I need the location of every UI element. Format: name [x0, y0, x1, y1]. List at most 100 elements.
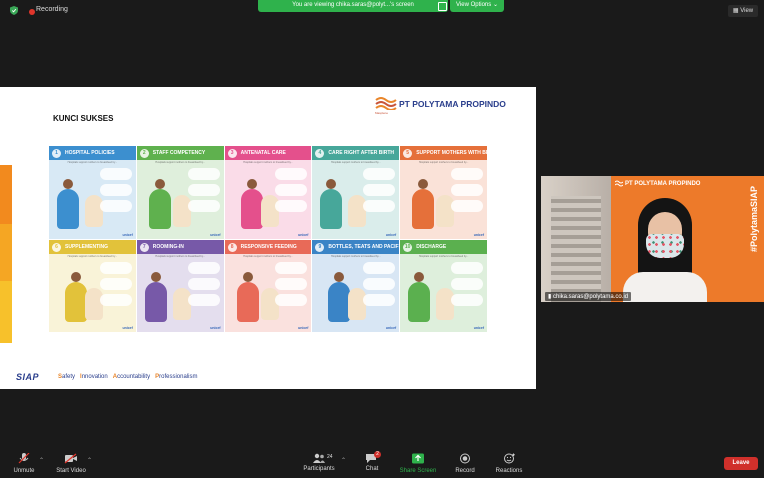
participants-options-caret-icon[interactable]: ⌃ — [341, 457, 346, 464]
poster-speech-bubble — [187, 261, 220, 274]
video-options-caret-icon[interactable]: ⌃ — [87, 457, 92, 464]
siap-value-rest: afety — [62, 374, 76, 380]
poster-speech-bubble — [363, 293, 396, 306]
poster-figure — [348, 194, 367, 227]
record-button[interactable]: Record — [450, 450, 480, 474]
poster-tile-title: STAFF COMPETENCY — [136, 146, 224, 160]
meeting-toolbar: Unmute ⌃ Start Video ⌃ 24 Participants ⌃… — [0, 450, 764, 478]
poster-speech-bubble — [363, 168, 396, 180]
poster-figure — [408, 282, 431, 322]
poster-speech-bubble — [99, 277, 132, 290]
poster-figure — [236, 282, 259, 322]
poster-speech-bubble — [99, 293, 132, 306]
poster-figure-head — [246, 178, 257, 189]
leave-button[interactable]: Leave — [724, 457, 758, 470]
poster-figure — [412, 188, 435, 229]
poster-speech-bubble — [451, 261, 483, 274]
mic-muted-icon: ▮ — [548, 294, 552, 300]
unicef-logo-text: unicef — [473, 326, 484, 330]
poster-tile: ANTENATAL CARE 3 Hospitals support mothers… — [224, 146, 312, 239]
mic-muted-icon — [18, 452, 30, 464]
poster-tile-subtitle: Hospitals support mothers to breastfeed … — [67, 254, 118, 258]
view-button[interactable]: ▦ View — [728, 5, 758, 17]
siap-value: Safety — [58, 374, 75, 380]
unicef-logo-text: unicef — [385, 232, 397, 237]
chat-button[interactable]: 2 Chat — [358, 450, 386, 472]
recording-dot-icon — [29, 9, 35, 15]
participants-button[interactable]: 24 Participants — [300, 450, 338, 472]
company-name: PT POLYTAMA PROPINDO — [399, 99, 506, 109]
poster-tile-number: 1 — [52, 149, 61, 158]
poster-tile-title: SUPPLEMENTING — [49, 239, 136, 254]
poster-speech-bubble — [187, 200, 220, 212]
smiley-plus-icon — [504, 453, 515, 464]
chevron-down-icon: ⌄ — [492, 2, 498, 8]
poster-speech-bubble — [99, 168, 132, 180]
participants-label: Participants — [303, 466, 335, 472]
poster-speech-bubble — [363, 261, 396, 274]
security-shield-icon[interactable] — [10, 6, 18, 15]
start-video-button[interactable]: Start Video — [52, 450, 90, 474]
poster-speech-bubble — [363, 277, 396, 290]
poster-speech-bubble — [187, 168, 220, 180]
participant-mask — [646, 234, 684, 258]
chat-unread-badge: 2 — [374, 451, 381, 458]
poster-speech-bubble — [275, 261, 308, 274]
poster-tile-subtitle: Hospitals support mothers to breastfeed … — [155, 254, 205, 258]
poster-figure — [320, 188, 343, 229]
poster-tile-title: BOTTLES, TEATS AND PACIFIERS — [312, 239, 400, 254]
poster-tile-subtitle: Hospitals support mothers to breastfeed … — [243, 161, 293, 164]
poster-speech-bubble — [99, 184, 132, 196]
poster-tile-subtitle: Hospitals support mothers to breastfeed … — [331, 254, 381, 258]
poster-tile-title: RESPONSIVE FEEDING — [224, 239, 312, 254]
poster-tile: SUPPORT MOTHERS WITH BREASTFEEDING5Hospi… — [400, 146, 487, 239]
unicef-logo-text: unicef — [298, 232, 309, 237]
poster-tile-number: 3 — [227, 149, 237, 158]
poster-speech-bubble — [451, 277, 483, 290]
poster-tile-number: 6 — [52, 242, 61, 252]
poster-tile: STAFF COMPETENCY 2 Hospitals support mothe… — [136, 146, 224, 239]
grid-icon: ▦ — [732, 8, 739, 14]
record-icon — [460, 453, 470, 464]
screen-share-banner: You are viewing chika.saras@polyt...'s s… — [258, 0, 448, 12]
video-off-icon — [64, 453, 77, 464]
view-options-button[interactable]: View Options ⌄ — [450, 0, 504, 12]
unmute-button[interactable]: Unmute — [8, 450, 40, 474]
unicef-logo-text: unicef — [385, 326, 397, 330]
poster-speech-bubble — [363, 184, 396, 196]
video-background-company: PT POLYTAMA PROPINDO — [625, 181, 701, 187]
poster-figure — [85, 288, 103, 320]
poster-tile: CARE RIGHT AFTER BIRTH 4 Hospitals support… — [312, 146, 400, 239]
poster-speech-bubble — [275, 184, 308, 196]
share-screen-button[interactable]: Share Screen — [396, 450, 440, 474]
poster-figure-head — [242, 272, 253, 282]
siap-value-rest: nnovation — [81, 374, 108, 380]
poster-tile: ROOMING-IN 7 Hospitals support mothers to … — [136, 239, 224, 332]
poster-tile: DISCHARGE 10 Hospitals support mothers to … — [400, 239, 487, 332]
unicef-logo-text: unicef — [122, 326, 133, 330]
poster-speech-bubble — [451, 168, 483, 180]
poster-speech-bubble — [363, 200, 396, 212]
video-background-hashtag: #PolytamaSIAP — [749, 186, 759, 253]
polytama-logo-icon — [375, 97, 397, 110]
poster-speech-bubble — [275, 200, 308, 212]
poster-figure — [65, 282, 87, 322]
unicef-logo-text: unicef — [210, 232, 221, 237]
poster-speech-bubble — [275, 293, 308, 306]
polytama-logo-icon — [615, 180, 623, 187]
slide-accent-bar — [0, 165, 12, 224]
share-status-icon — [438, 2, 447, 11]
poster-speech-bubble — [451, 200, 483, 212]
poster-tile-title: HOSPITAL POLICIES — [49, 146, 136, 160]
unicef-logo-text: unicef — [210, 326, 221, 330]
poster-tile-subtitle: Hospitals support mothers to breastfeed … — [67, 161, 118, 164]
siap-logo: SIAP — [16, 372, 40, 382]
reactions-button[interactable]: Reactions — [492, 450, 526, 474]
audio-options-caret-icon[interactable]: ⌃ — [39, 457, 44, 464]
participant-video-tile[interactable]: PT POLYTAMA PROPINDO #PolytamaSIAP ▮ chi… — [541, 176, 764, 302]
poster-figure — [172, 194, 191, 227]
reactions-label: Reactions — [495, 468, 523, 474]
share-screen-label: Share Screen — [399, 468, 437, 474]
siap-value-rest: ccountability — [117, 374, 151, 380]
participants-count: 24 — [327, 454, 333, 460]
